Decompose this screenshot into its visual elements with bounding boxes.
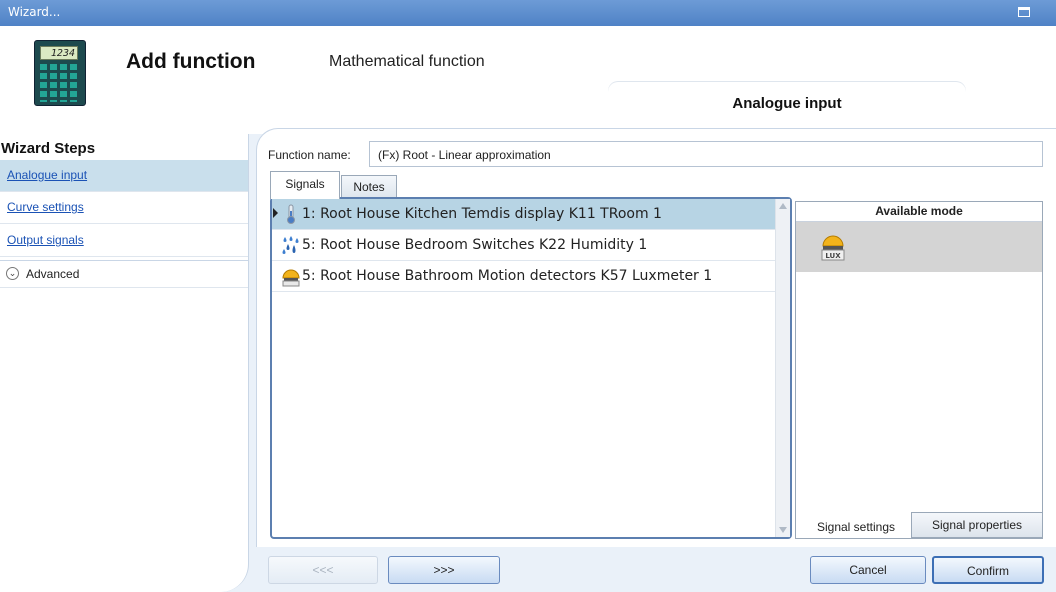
back-button[interactable]: <<<: [268, 556, 378, 584]
scroll-down-icon[interactable]: [779, 527, 787, 533]
mode-lux-option[interactable]: LUX: [796, 222, 1042, 272]
advanced-expander[interactable]: ⌄ Advanced: [0, 260, 248, 288]
signal-list: 1: Root House Kitchen Temdis display K11…: [270, 197, 792, 539]
confirm-button[interactable]: Confirm: [932, 556, 1044, 584]
window-titlebar: Wizard...: [0, 0, 1056, 26]
lux-sensor-icon: [282, 269, 300, 287]
tab-notes[interactable]: Notes: [341, 175, 397, 197]
signal-row[interactable]: 1: Root House Kitchen Temdis display K11…: [272, 199, 776, 230]
restore-window-icon[interactable]: [1018, 7, 1030, 17]
page-subtitle: Mathematical function: [329, 53, 485, 70]
tab-signals[interactable]: Signals: [270, 171, 340, 199]
signal-row[interactable]: 5: Root House Bedroom Switches K22 Humid…: [272, 230, 776, 261]
cancel-button[interactable]: Cancel: [810, 556, 926, 584]
thermometer-icon: [287, 204, 295, 224]
sidebar-item-curve-settings[interactable]: Curve settings: [0, 192, 248, 224]
svg-text:LUX: LUX: [825, 252, 841, 260]
main-panel: Function name: (Fx) Root - Linear approx…: [256, 128, 1056, 547]
wizard-header: 1234 Add function Mathematical function …: [0, 26, 1056, 134]
signal-row-text: 5: Root House Bathroom Motion detectors …: [302, 268, 713, 284]
sidebar-item-output-signals[interactable]: Output signals: [0, 225, 248, 257]
tab-signal-properties[interactable]: Signal properties: [911, 512, 1043, 538]
chevron-down-icon[interactable]: ⌄: [6, 267, 19, 280]
window-title: Wizard...: [8, 5, 61, 19]
tab-signal-settings[interactable]: Signal settings: [800, 512, 912, 538]
signal-row-text: 1: Root House Kitchen Temdis display K11…: [302, 206, 662, 222]
function-name-label: Function name:: [268, 148, 351, 162]
page-title: Add function: [126, 50, 256, 73]
scroll-up-icon[interactable]: [779, 203, 787, 209]
wizard-steps-sidebar: Wizard Steps Analogue input Curve settin…: [0, 134, 249, 592]
function-name-field[interactable]: (Fx) Root - Linear approximation: [369, 141, 1043, 167]
lux-mode-icon[interactable]: LUX: [820, 228, 846, 262]
row-indicator-icon: [273, 208, 278, 218]
available-mode-header: Available mode: [796, 202, 1042, 222]
calculator-display: 1234: [40, 46, 78, 60]
current-step-tab: Analogue input: [608, 82, 966, 134]
sidebar-item-label[interactable]: Output signals: [7, 233, 84, 247]
signal-row[interactable]: 5: Root House Bathroom Motion detectors …: [272, 261, 776, 292]
sidebar-item-label[interactable]: Curve settings: [7, 200, 84, 214]
calculator-icon: 1234: [34, 40, 86, 106]
sidebar-item-label[interactable]: Analogue input: [7, 168, 87, 182]
advanced-label: Advanced: [26, 267, 80, 281]
sidebar-heading: Wizard Steps: [1, 140, 96, 157]
next-button[interactable]: >>>: [388, 556, 500, 584]
signal-row-text: 5: Root House Bedroom Switches K22 Humid…: [302, 237, 648, 253]
calculator-keys: [40, 64, 80, 102]
list-scrollbar[interactable]: [775, 199, 790, 537]
humidity-drops-icon: [282, 236, 299, 254]
available-mode-panel: Available mode LUX Signal settings Signa…: [795, 201, 1043, 539]
sidebar-item-analogue-input[interactable]: Analogue input: [0, 160, 248, 192]
